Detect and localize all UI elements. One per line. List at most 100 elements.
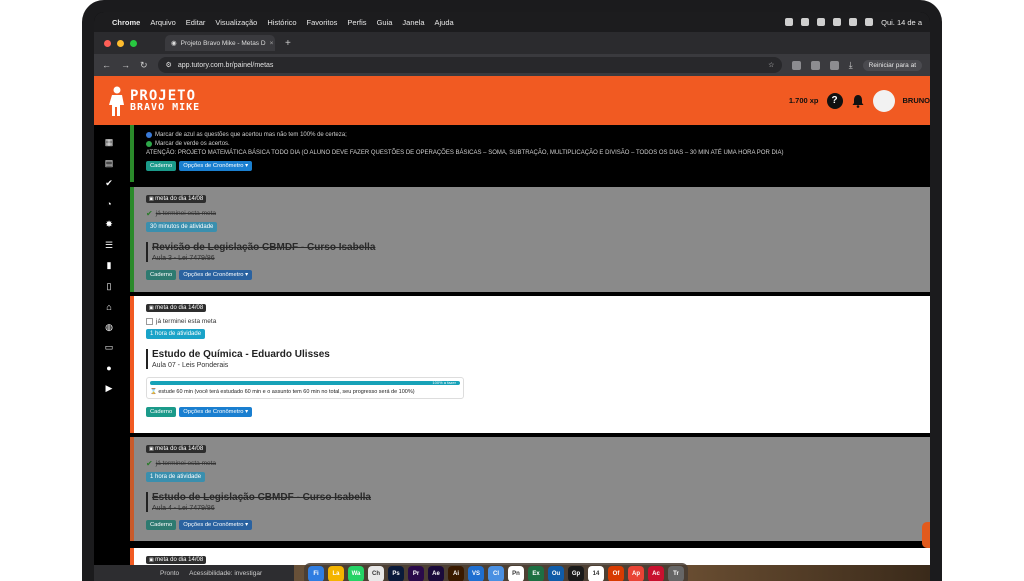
avatar[interactable] xyxy=(872,89,895,112)
dock-app-icon[interactable]: Ex xyxy=(528,566,544,581)
extension-icon[interactable] xyxy=(811,60,820,70)
extensions-puzzle-icon[interactable] xyxy=(829,60,839,70)
dock-app-icon[interactable]: VS xyxy=(468,566,484,581)
dock-app-icon[interactable]: Ou xyxy=(548,566,564,581)
menu-item-arquivo[interactable]: Arquivo xyxy=(150,18,175,27)
back-icon[interactable]: ← xyxy=(102,60,111,70)
timer-options-button[interactable]: Opções de Cronômetro ▾ xyxy=(179,270,253,280)
site-info-icon[interactable]: ⚙ xyxy=(166,61,172,69)
checkmark-icon[interactable]: ✔ xyxy=(146,459,153,468)
finished-checkbox[interactable] xyxy=(146,318,153,325)
accessibility-status[interactable]: Acessibilidade: investigar xyxy=(189,570,262,577)
sidebar-book-icon[interactable]: ▮ xyxy=(104,260,115,271)
sidebar-check-icon[interactable]: ✔ xyxy=(104,178,115,189)
sidebar-calendar-icon[interactable]: ▦ xyxy=(104,137,115,148)
dock-app-icon[interactable]: Tr xyxy=(668,566,684,581)
status-icon[interactable] xyxy=(785,18,794,26)
dock-app-icon[interactable]: Of xyxy=(608,566,624,581)
menu-item-historico[interactable]: Histórico xyxy=(267,18,296,27)
address-bar[interactable]: ⚙ app.tutory.com.br/painel/metas ☆ xyxy=(157,57,783,73)
menu-app-name[interactable]: Chrome xyxy=(112,18,140,27)
bookmark-star-icon[interactable]: ☆ xyxy=(768,61,774,69)
dock-app-icon[interactable]: Ps xyxy=(388,566,404,581)
date-badge: meta do dia 14/08 xyxy=(146,195,207,203)
search-icon[interactable] xyxy=(865,18,874,26)
instruction-line: Marcar de verde os acertos. xyxy=(146,141,918,147)
notebook-button[interactable]: Caderno xyxy=(146,270,177,280)
dock-app-icon[interactable]: Pn xyxy=(508,566,524,581)
instruction-text: Marcar de azul as questões que acertou m… xyxy=(155,132,347,138)
sidebar-globe-icon[interactable]: ◍ xyxy=(104,322,115,333)
dock-app-icon[interactable]: Ai xyxy=(448,566,464,581)
close-window-icon[interactable] xyxy=(104,39,111,47)
new-tab-icon[interactable]: + xyxy=(285,38,291,49)
forward-icon[interactable]: → xyxy=(121,60,130,70)
timer-options-button[interactable]: Opções de Cronômetro ▾ xyxy=(179,161,253,171)
progress-bar: 100% a fazer xyxy=(150,380,460,385)
dock-app-icon[interactable]: Ac xyxy=(648,566,664,581)
notification-bell-icon[interactable] xyxy=(851,94,865,108)
menu-item-janela[interactable]: Janela xyxy=(402,18,424,27)
timer-options-button[interactable]: Opções de Cronômetro ▾ xyxy=(179,520,253,530)
browser-tab[interactable]: ◉ Projeto Bravo Mike - Metas D × xyxy=(165,35,275,51)
zoom-window-icon[interactable] xyxy=(130,39,137,47)
user-name[interactable]: BRUNO xyxy=(903,96,931,105)
date-badge: meta do dia 14/08 xyxy=(146,304,207,312)
dock-app-icon[interactable]: Fi xyxy=(308,566,324,581)
menu-item-editar[interactable]: Editar xyxy=(186,18,206,27)
sidebar-play-icon[interactable]: ▶ xyxy=(104,383,115,394)
logo[interactable]: PROJETO BRAVO MIKE xyxy=(108,85,200,117)
dock-app-icon[interactable]: Ap xyxy=(628,566,644,581)
sidebar-institution-icon[interactable]: ⌂ xyxy=(104,301,115,312)
menu-item-guia[interactable]: Guia xyxy=(377,18,393,27)
menu-item-favoritos[interactable]: Favoritos xyxy=(307,18,338,27)
timer-options-button[interactable]: Opções de Cronômetro ▾ xyxy=(179,407,253,417)
minimize-window-icon[interactable] xyxy=(117,39,124,47)
clock[interactable]: Qui. 14 de a xyxy=(881,18,922,27)
dock-app-icon[interactable]: La xyxy=(328,566,344,581)
extension-icon[interactable] xyxy=(792,60,802,70)
checkmark-icon[interactable]: ✔ xyxy=(146,209,153,218)
sidebar-inbox-icon[interactable]: ▭ xyxy=(104,342,115,353)
dock-app-icon[interactable]: Pr xyxy=(408,566,424,581)
relaunch-button[interactable]: Reiniciar para at xyxy=(862,59,922,71)
wifi-icon[interactable] xyxy=(849,18,858,26)
sidebar-schedule-icon[interactable]: ▤ xyxy=(104,158,115,169)
instruction-line: ATENÇÃO: PROJETO MATEMÁTICA BÁSICA TODO … xyxy=(146,150,918,156)
goal-subtitle: Aula 3 - Lei 7479/86 xyxy=(152,255,215,262)
finished-checkbox-label[interactable]: já terminei esta meta xyxy=(156,210,216,217)
notebook-button[interactable]: Caderno xyxy=(146,520,177,530)
tab-close-icon[interactable]: × xyxy=(270,40,274,47)
dock-app-icon[interactable]: Cl xyxy=(488,566,504,581)
sync-icon[interactable] xyxy=(817,18,826,26)
green-dot-icon xyxy=(146,141,152,147)
dock-app-icon[interactable]: 14 xyxy=(588,566,604,581)
dock-app-icon[interactable]: Gp xyxy=(568,566,584,581)
sidebar-list-icon[interactable]: ☰ xyxy=(104,240,115,251)
menu-item-visualizacao[interactable]: Visualização xyxy=(215,18,257,27)
duration-badge: 1 hora de atividade xyxy=(146,329,206,339)
app-status-icon[interactable] xyxy=(833,18,842,26)
dock-app-icon[interactable]: Ae xyxy=(428,566,444,581)
sidebar-dashboard-icon[interactable]: ◔ xyxy=(104,199,115,210)
sidebar-chat-icon[interactable]: ● xyxy=(104,363,115,374)
notebook-button[interactable]: Caderno xyxy=(146,161,177,171)
sidebar: ▦ ▤ ✔ ◔ ✸ ☰ ▮ ▯ ⌂ ◍ ▭ ● ▶ xyxy=(94,125,124,565)
finished-checkbox-label[interactable]: já terminei esta meta xyxy=(156,318,216,325)
menu-item-ajuda[interactable]: Ajuda xyxy=(435,18,454,27)
notebook-button[interactable]: Caderno xyxy=(146,407,177,417)
dock-app-icon[interactable]: Wa xyxy=(348,566,364,581)
sidebar-settings-icon[interactable]: ✸ xyxy=(104,219,115,230)
download-icon[interactable]: ⤓ xyxy=(849,60,853,71)
blue-dot-icon xyxy=(146,132,152,138)
menu-item-perfis[interactable]: Perfis xyxy=(347,18,366,27)
help-button[interactable]: ? xyxy=(826,92,843,109)
goal-title: Revisão de Legislação CBMDF - Curso Isab… xyxy=(152,242,376,253)
reload-icon[interactable]: ↻ xyxy=(140,60,148,71)
sidebar-file-icon[interactable]: ▯ xyxy=(104,281,115,292)
floating-chat-tab[interactable] xyxy=(922,522,930,548)
finished-checkbox-label[interactable]: já terminei esta meta xyxy=(156,460,216,467)
goal-title: Estudo de Legislação CBMDF - Curso Isabe… xyxy=(152,492,371,503)
cloud-icon[interactable] xyxy=(801,18,810,26)
dock-app-icon[interactable]: Ch xyxy=(368,566,384,581)
